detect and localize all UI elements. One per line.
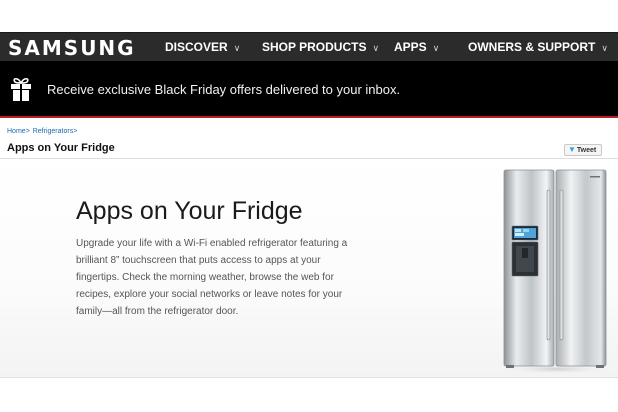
samsung-logo[interactable]: SAMSUNG: [8, 37, 136, 59]
breadcrumb-separator: >: [25, 128, 30, 135]
twitter-bird-icon: ▼: [568, 145, 576, 154]
gift-icon: [11, 77, 31, 101]
tweet-button-label: Tweet: [576, 147, 597, 154]
hero-heading: Apps on Your Fridge: [76, 197, 303, 225]
nav-item-apps[interactable]: APPS ∨: [394, 40, 439, 55]
nav-item-label: APPS: [394, 40, 427, 54]
breadcrumb-home-link[interactable]: Home: [7, 128, 26, 135]
nav-item-owners-support[interactable]: OWNERS & SUPPORT ∨: [468, 40, 608, 55]
breadcrumb-separator: >: [73, 128, 78, 135]
chevron-down-icon: ∨: [601, 43, 608, 53]
main-navbar: SAMSUNG DISCOVER ∨ SHOP PRODUCTS ∨ APPS ∨ O…: [0, 32, 618, 61]
nav-item-discover[interactable]: DISCOVER ∨: [165, 40, 240, 55]
divider: [0, 377, 618, 378]
promo-banner[interactable]: Receive exclusive Black Friday offers de…: [0, 61, 618, 118]
nav-item-label: OWNERS & SUPPORT: [468, 40, 596, 54]
refrigerator-image: [500, 169, 612, 374]
page-title: Apps on Your Fridge: [7, 142, 115, 154]
nav-item-shop-products[interactable]: SHOP PRODUCTS ∨: [262, 40, 379, 55]
promo-text: Receive exclusive Black Friday offers de…: [47, 82, 401, 97]
hero-description: Upgrade your life with a Wi-Fi enabled r…: [76, 238, 348, 317]
chevron-down-icon: ∨: [372, 43, 380, 53]
chevron-down-icon: ∨: [432, 43, 440, 53]
tweet-button[interactable]: ▼Tweet: [564, 144, 602, 156]
chevron-down-icon: ∨: [233, 43, 241, 53]
breadcrumb-refrigerators-link[interactable]: Refrigerators: [33, 128, 73, 135]
nav-item-label: DISCOVER: [165, 40, 228, 54]
nav-item-label: SHOP PRODUCTS: [262, 40, 367, 54]
breadcrumb: Home> Refrigerators>: [7, 127, 78, 136]
